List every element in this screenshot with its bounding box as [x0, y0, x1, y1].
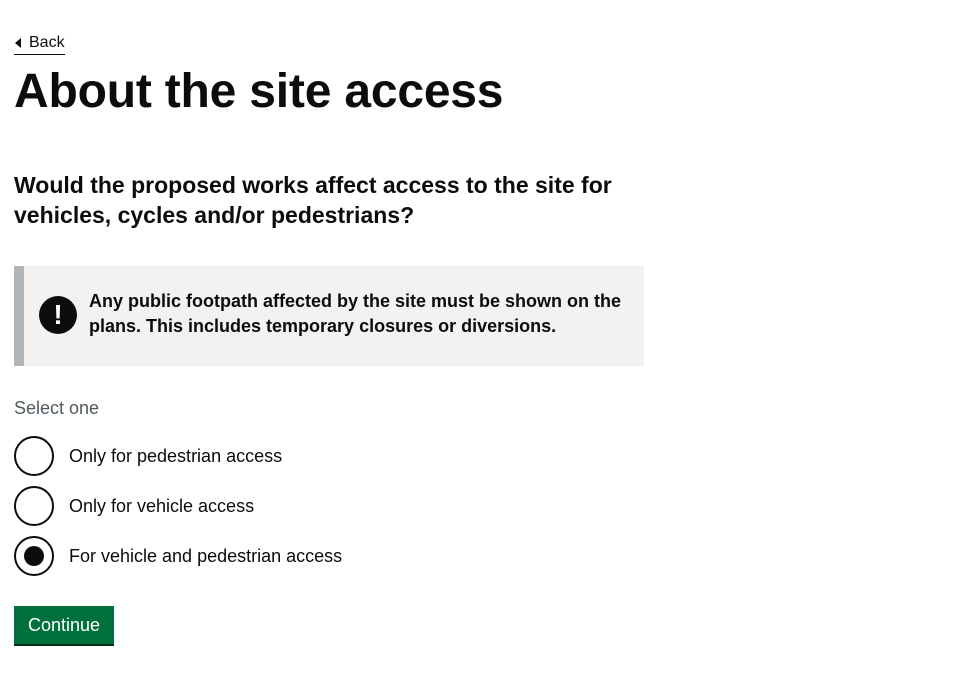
- warning-inset: ! Any public footpath affected by the si…: [14, 266, 644, 366]
- radio-option-vehicle[interactable]: Only for vehicle access: [14, 486, 254, 526]
- exclamation-icon: !: [39, 296, 77, 334]
- radio-option-vehicle-and-pedestrian[interactable]: For vehicle and pedestrian access: [14, 536, 342, 576]
- radio-option-pedestrian[interactable]: Only for pedestrian access: [14, 436, 282, 476]
- page-title: About the site access: [14, 65, 504, 118]
- chevron-left-icon: [15, 38, 21, 48]
- back-link-label: Back: [29, 34, 65, 51]
- radio-circle-selected[interactable]: [14, 536, 54, 576]
- radio-circle[interactable]: [14, 486, 54, 526]
- continue-button[interactable]: Continue: [14, 606, 114, 644]
- radio-label[interactable]: Only for vehicle access: [69, 494, 254, 518]
- radio-circle[interactable]: [14, 436, 54, 476]
- radio-label[interactable]: For vehicle and pedestrian access: [69, 544, 342, 568]
- hint-text: Select one: [14, 398, 100, 418]
- page: Back About the site access Would the pro…: [0, 0, 979, 675]
- radio-label[interactable]: Only for pedestrian access: [69, 444, 282, 468]
- warning-text: Any public footpath affected by the site…: [89, 291, 622, 336]
- back-link[interactable]: Back: [14, 33, 65, 55]
- question-heading: Would the proposed works affect access t…: [14, 172, 612, 228]
